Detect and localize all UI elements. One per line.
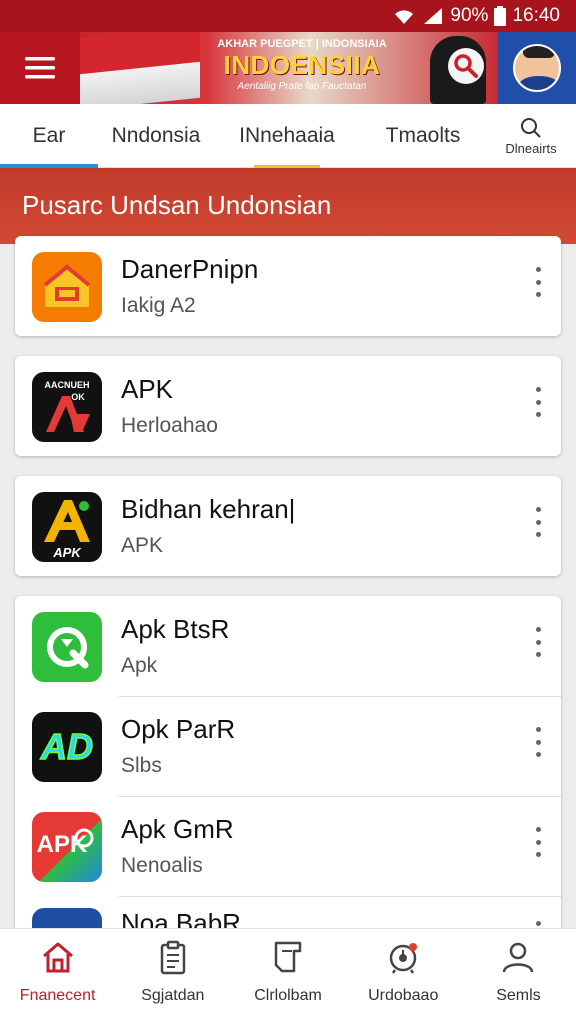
search-icon bbox=[521, 117, 541, 138]
icon-text: APK bbox=[52, 545, 82, 560]
nav-label: Semls bbox=[496, 987, 541, 1004]
avatar[interactable] bbox=[498, 32, 576, 104]
avatar-face bbox=[513, 44, 561, 92]
list-item[interactable]: Noa BabR bbox=[15, 896, 561, 928]
list-item[interactable]: DanerPnipn Iakig A2 bbox=[15, 236, 561, 336]
more-options-icon[interactable] bbox=[529, 624, 547, 660]
more-options-icon[interactable] bbox=[529, 724, 547, 760]
app-card[interactable]: AACNUEH OK APK Herloahao bbox=[15, 356, 561, 456]
tab-nndonsia[interactable]: Nndonsia bbox=[98, 104, 214, 168]
nav-item-home[interactable]: Fnanecent bbox=[0, 929, 115, 1024]
more-options-icon[interactable] bbox=[529, 264, 547, 300]
nav-label: Fnanecent bbox=[19, 987, 96, 1004]
search-icon bbox=[454, 54, 478, 78]
app-name: Opk ParR bbox=[121, 714, 236, 744]
section-header: Pusarc Undsan Undonsian bbox=[0, 168, 576, 244]
nav-label: Urdobaao bbox=[368, 987, 439, 1004]
tab-search[interactable]: Dlneairts bbox=[486, 104, 576, 168]
apk-a-red-icon: AACNUEH OK bbox=[32, 372, 102, 442]
more-options-icon[interactable] bbox=[529, 384, 547, 420]
nav-item-clipboard[interactable]: Sgjatdan bbox=[115, 929, 230, 1024]
tab-label: Dlneairts bbox=[505, 140, 557, 156]
home-icon bbox=[42, 942, 73, 973]
app-name: Noa BabR bbox=[121, 908, 241, 928]
app-name: APK bbox=[121, 374, 174, 404]
document-icon bbox=[274, 941, 302, 973]
bottom-navigation: Fnanecent Sgjatdan Clrlolbam Urdobaao Se… bbox=[0, 928, 576, 1024]
more-options-icon[interactable] bbox=[529, 504, 547, 540]
nav-item-document[interactable]: Clrlolbam bbox=[230, 929, 345, 1024]
list-item[interactable]: Apk BtsR Apk bbox=[15, 596, 561, 696]
app-subtitle: APK bbox=[121, 534, 164, 557]
house-app-icon bbox=[32, 252, 102, 322]
app-name: DanerPnipn bbox=[121, 254, 259, 284]
app-subtitle: Apk bbox=[121, 654, 158, 677]
nav-item-alarm[interactable]: Urdobaao bbox=[346, 929, 461, 1024]
alarm-icon bbox=[389, 943, 418, 974]
app-subtitle: Nenoalis bbox=[121, 854, 203, 877]
list-item[interactable]: AD Opk ParR Slbs bbox=[15, 696, 561, 796]
apk-red-green-icon: APK bbox=[32, 812, 102, 882]
tab-tmaolts[interactable]: Tmaolts bbox=[360, 104, 486, 168]
tab-innehaaia[interactable]: INnehaaia bbox=[214, 104, 360, 168]
banner-subtitle: Aentaliig Prate fao Fauctatan bbox=[237, 81, 367, 92]
signal-icon bbox=[422, 7, 444, 25]
app-name: Bidhan kehran| bbox=[121, 494, 296, 524]
app-name: Apk BtsR bbox=[121, 614, 230, 644]
icon-text: AACNUEH bbox=[45, 380, 90, 390]
app-card[interactable]: DanerPnipn Iakig A2 bbox=[15, 236, 561, 336]
tab-label: Tmaolts bbox=[385, 124, 461, 147]
app-subtitle: Herloahao bbox=[121, 414, 218, 437]
status-bar: 90% 16:40 bbox=[0, 0, 576, 32]
more-options-icon[interactable] bbox=[529, 824, 547, 860]
list-item[interactable]: AACNUEH OK APK Herloahao bbox=[15, 356, 561, 456]
person-icon bbox=[503, 942, 534, 973]
tab-label: INnehaaia bbox=[239, 124, 335, 147]
tab-bar: Ear Nndonsia INnehaaia Tmaolts Dlneairts bbox=[0, 104, 576, 168]
clock-app-icon bbox=[32, 908, 102, 928]
banner-text: AKHAR PUEGPET | INDONSIAIA INDOENSIIA Ae… bbox=[202, 38, 402, 92]
tab-label: Ear bbox=[32, 124, 66, 147]
battery-icon bbox=[494, 6, 507, 26]
app-subtitle: Slbs bbox=[121, 754, 162, 777]
nav-label: Sgjatdan bbox=[141, 987, 205, 1004]
nav-label: Clrlolbam bbox=[254, 987, 322, 1004]
wifi-icon bbox=[392, 7, 416, 25]
menu-button[interactable] bbox=[0, 32, 80, 104]
neon-ad-icon: AD bbox=[32, 712, 102, 782]
section-title: Pusarc Undsan Undonsian bbox=[22, 190, 332, 220]
app-list-card: Apk BtsR Apk AD Opk ParR Slbs APK Apk Gm… bbox=[15, 596, 561, 928]
banner-top-text: AKHAR PUEGPET | INDONSIAIA bbox=[217, 38, 387, 50]
green-refresh-icon bbox=[32, 612, 102, 682]
nav-item-profile[interactable]: Semls bbox=[461, 929, 576, 1024]
list-item[interactable]: APK Apk GmR Nenoalis bbox=[15, 796, 561, 896]
app-name: Apk GmR bbox=[121, 814, 234, 844]
app-header: AKHAR PUEGPET | INDONSIAIA INDOENSIIA Ae… bbox=[0, 32, 576, 104]
apk-a-gold-icon: APK bbox=[32, 492, 102, 562]
more-options-icon[interactable] bbox=[529, 918, 547, 928]
app-subtitle: Iakig A2 bbox=[121, 294, 196, 317]
icon-text: AD bbox=[40, 726, 93, 767]
clock-time: 16:40 bbox=[512, 5, 560, 26]
list-item[interactable]: APK Bidhan kehran| APK bbox=[15, 476, 561, 576]
battery-percent: 90% bbox=[450, 5, 489, 26]
banner-title: INDOENSIIA bbox=[223, 50, 381, 80]
clipboard-icon bbox=[160, 940, 186, 975]
icon-text: OK bbox=[71, 392, 85, 402]
app-card[interactable]: APK Bidhan kehran| APK bbox=[15, 476, 561, 576]
hamburger-menu-icon bbox=[25, 57, 55, 79]
tab-ear[interactable]: Ear bbox=[0, 104, 98, 168]
tab-label: Nndonsia bbox=[111, 124, 201, 147]
banner-search-button[interactable] bbox=[448, 48, 484, 84]
promo-banner[interactable]: AKHAR PUEGPET | INDONSIAIA INDOENSIIA Ae… bbox=[80, 32, 498, 104]
